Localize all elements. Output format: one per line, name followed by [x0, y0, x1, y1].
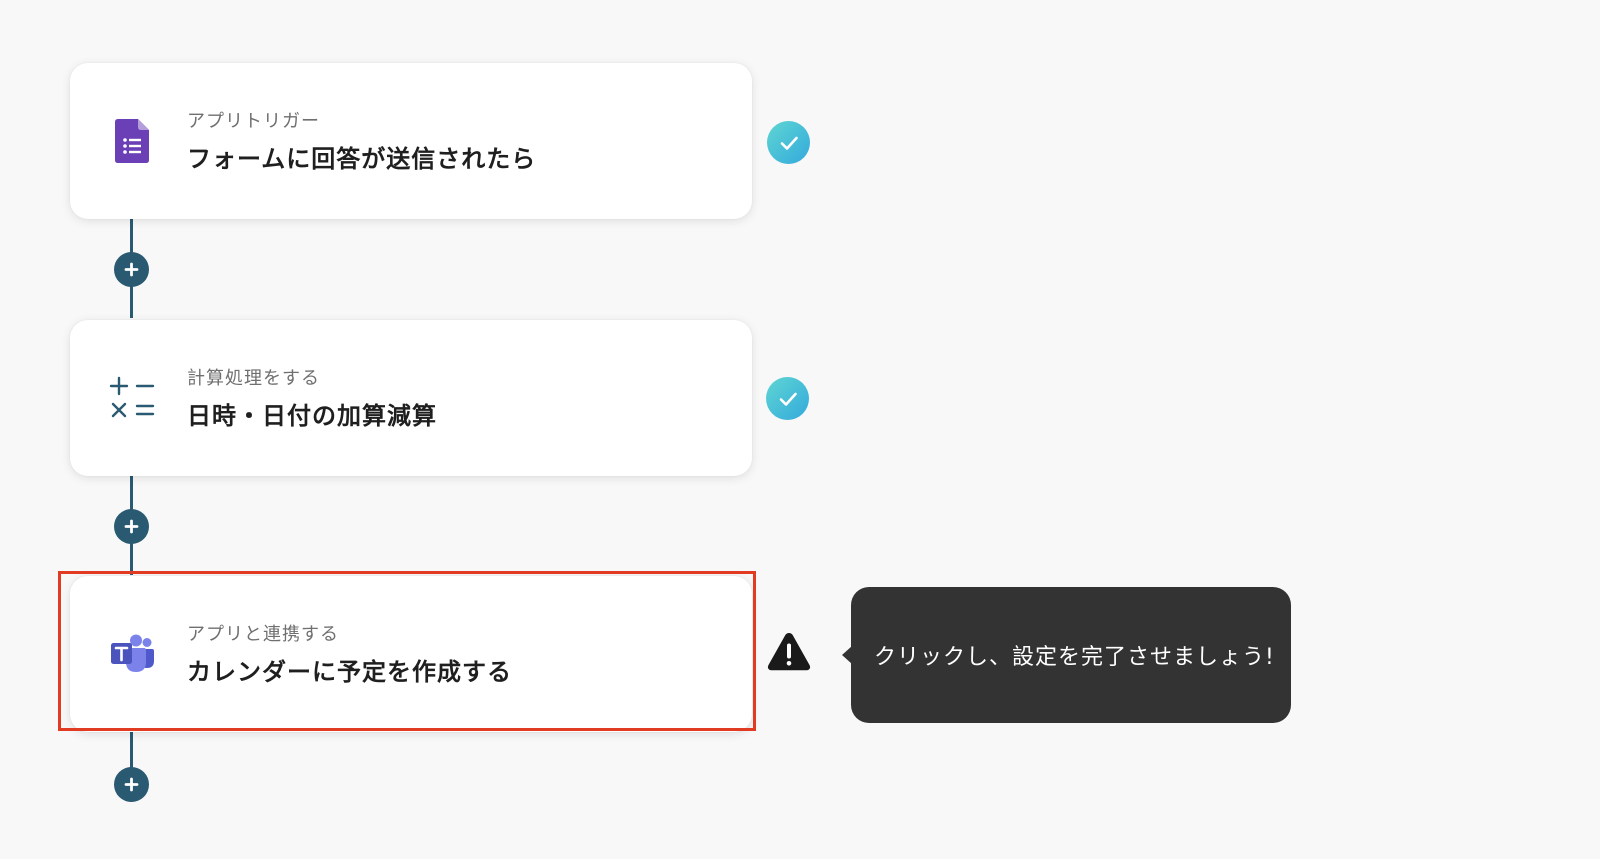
flow-step-card-date-calc[interactable]: 計算処理をする 日時・日付の加算減算: [70, 320, 752, 476]
tooltip-arrow: [842, 646, 852, 664]
step-category-label: アプリトリガー: [187, 111, 320, 132]
microsoft-teams-icon: [104, 626, 160, 682]
flow-step-card-form-trigger[interactable]: アプリトリガー フォームに回答が送信されたら: [70, 63, 752, 219]
add-step-button[interactable]: [114, 509, 149, 544]
google-forms-icon: [104, 113, 160, 169]
warning-icon: [767, 631, 811, 671]
step-title: カレンダーに予定を作成する: [187, 658, 512, 686]
calculator-operators-icon: [104, 370, 160, 426]
flow-step-card-teams-calendar[interactable]: アプリと連携する カレンダーに予定を作成する: [70, 576, 752, 732]
add-step-button[interactable]: [114, 252, 149, 287]
step-title: 日時・日付の加算減算: [187, 402, 437, 430]
setup-prompt-tooltip: クリックし、設定を完了させましょう!: [842, 587, 1291, 723]
completed-check-icon: [767, 121, 810, 164]
completed-check-icon: [766, 377, 809, 420]
tooltip-text: クリックし、設定を完了させましょう!: [874, 645, 1275, 670]
step-category-label: 計算処理をする: [187, 368, 320, 389]
add-step-button[interactable]: [114, 767, 149, 802]
step-title: フォームに回答が送信されたら: [187, 145, 537, 173]
step-category-label: アプリと連携する: [187, 624, 339, 645]
